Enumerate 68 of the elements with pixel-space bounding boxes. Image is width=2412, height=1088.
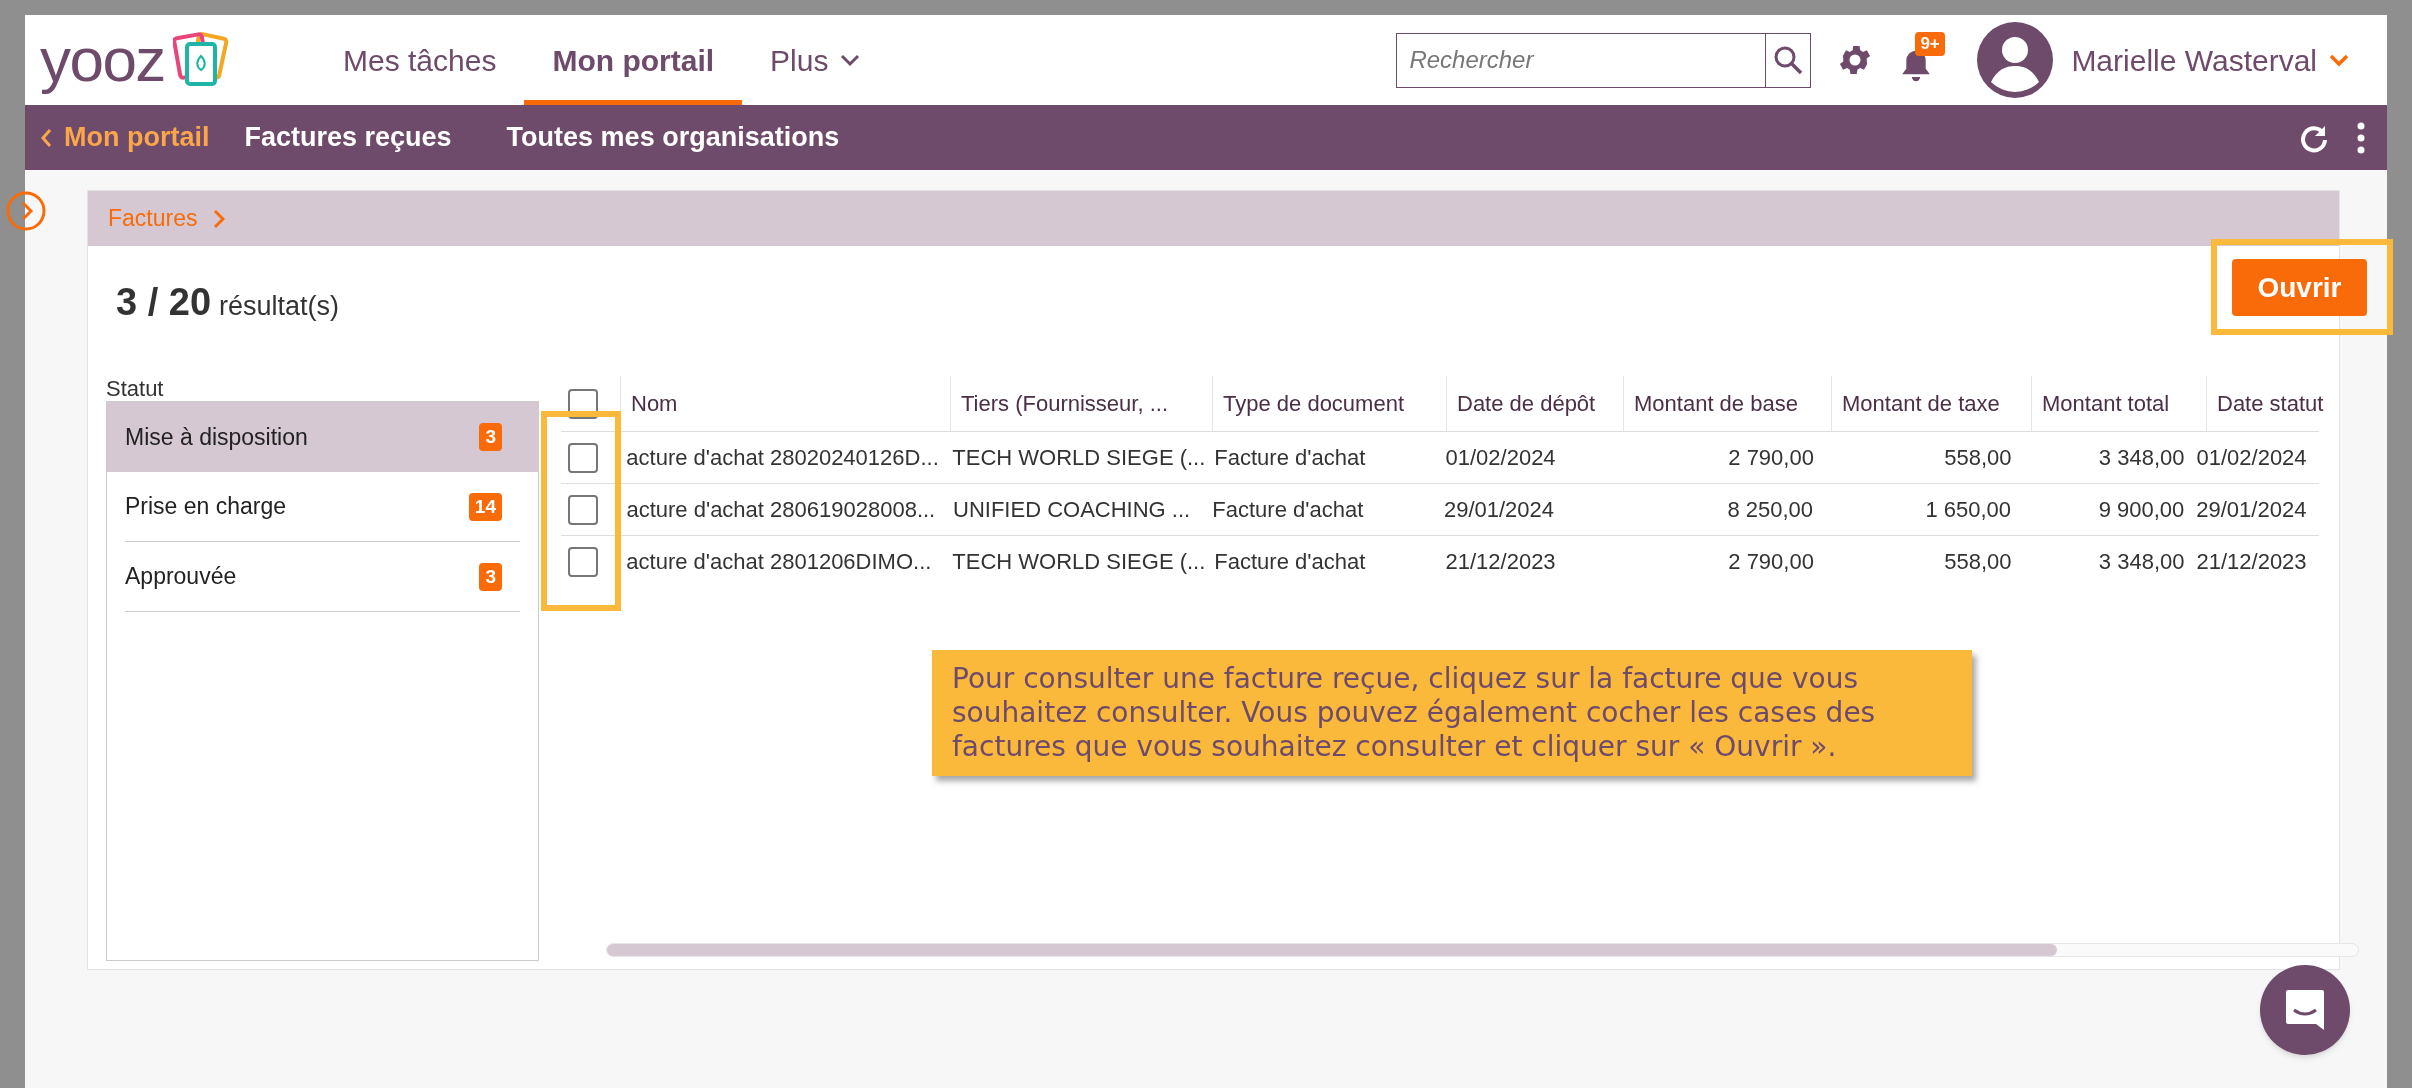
chat-icon xyxy=(2284,988,2326,1032)
column-header[interactable]: Type de document xyxy=(1213,376,1447,431)
table-cell-text: 3 348,00 xyxy=(2097,548,2186,576)
table-cell-text: 01/02/2024 xyxy=(1444,444,1557,472)
count-badge: 14 xyxy=(468,492,502,521)
status-filter-item[interactable]: Mise à disposition 3 xyxy=(107,402,538,472)
column-header[interactable]: Montant total xyxy=(2032,376,2207,431)
table-cell-text: Facture d'achat xyxy=(1213,444,1367,472)
table-cell-text: 558,00 xyxy=(1943,444,2013,472)
table-cell-text: 1 650,00 xyxy=(1924,496,2013,524)
avatar-icon[interactable] xyxy=(1977,22,2054,98)
status-filter-item[interactable]: Prise en charge 14 xyxy=(125,472,520,542)
nav-tab[interactable]: Plus xyxy=(742,15,889,105)
nav-tab[interactable]: Mes tâches xyxy=(315,15,525,105)
chevron-left-icon xyxy=(40,127,52,148)
status-label: Mise à disposition xyxy=(125,422,308,452)
result-count: 3 / 20 xyxy=(116,280,212,325)
sub-nav-link[interactable]: Factures reçues xyxy=(244,117,452,158)
table-cell-text: UNIFIED COACHING ... xyxy=(952,496,1192,524)
column-header[interactable]: Date statut xyxy=(2207,376,2337,431)
table-cell-text: TECH WORLD SIEGE (... xyxy=(951,444,1207,472)
table-cell-text: 3 348,00 xyxy=(2097,444,2186,472)
count-badge: 3 xyxy=(479,562,502,591)
column-header[interactable]: Montant de taxe xyxy=(1832,376,2032,431)
column-header[interactable]: Nom xyxy=(621,376,951,431)
table-cell-text: 29/01/2024 xyxy=(1442,496,1556,524)
column-header[interactable]: Montant de base xyxy=(1624,376,1832,431)
table-cell-text: 8 250,00 xyxy=(1726,496,1815,524)
status-label: Prise en charge xyxy=(125,492,287,522)
search-button[interactable] xyxy=(1766,32,1812,88)
expand-panel-icon[interactable] xyxy=(5,190,47,232)
result-label: résultat(s) xyxy=(219,290,340,323)
search-icon xyxy=(1773,45,1804,75)
chevron-down-icon xyxy=(2329,53,2349,67)
status-label: Approuvée xyxy=(125,562,237,592)
chevron-right-icon xyxy=(213,208,226,229)
table-cell-text: acture d'achat 280619028008... xyxy=(625,496,937,524)
horizontal-scrollbar[interactable] xyxy=(606,943,2359,957)
count-badge: 3 xyxy=(479,423,502,451)
table-cell-text: 21/12/2023 xyxy=(2195,548,2308,576)
search-field[interactable]: Rechercher xyxy=(1396,32,1767,88)
sub-nav-link[interactable]: Toutes mes organisations xyxy=(506,117,840,158)
filter-title: Statut xyxy=(106,376,165,401)
table-cell-text: 558,00 xyxy=(1943,548,2013,576)
checkbox[interactable] xyxy=(568,494,598,525)
table-cell-text: acture d'achat 28020240126D... xyxy=(625,444,940,472)
more-options-icon[interactable] xyxy=(2357,121,2365,154)
chevron-down-icon xyxy=(840,53,861,67)
table-cell-text: 9 900,00 xyxy=(2097,496,2186,524)
table-cell-text: 2 790,00 xyxy=(1727,548,1815,576)
back-link[interactable]: Mon portail xyxy=(40,117,210,158)
scrollbar-thumb[interactable] xyxy=(607,944,2057,956)
table-cell-text: 21/12/2023 xyxy=(1444,548,1557,576)
table-cell-text: acture d'achat 2801206DIMO... xyxy=(625,548,933,576)
table-cell-text: Facture d'achat xyxy=(1211,496,1365,524)
table-cell-text: 29/01/2024 xyxy=(2195,496,2308,524)
table-cell-text: 2 790,00 xyxy=(1727,444,1815,472)
checkbox[interactable] xyxy=(568,442,598,473)
column-header[interactable]: Date de dépôt xyxy=(1447,376,1624,431)
user-menu[interactable]: Marielle Wasterval xyxy=(2071,37,2349,83)
table-cell-text: Facture d'achat xyxy=(1213,548,1367,576)
table-cell-text: TECH WORLD SIEGE (... xyxy=(951,548,1207,576)
column-header[interactable]: Tiers (Fournisseur, ... xyxy=(951,376,1213,431)
checkbox[interactable] xyxy=(568,546,598,577)
notification-badge: 9+ xyxy=(1915,32,1945,56)
status-filter-item[interactable]: Approuvée 3 xyxy=(125,542,520,612)
callout-note: Pour consulter une facture reçue, cliquez sur la facture que vous souhaitez consulter. Vous pouvez également cocher les cases des factures que vous souhaitez consulter et cliquer sur « Ouvrir ». xyxy=(932,650,1972,776)
table-cell-text: 01/02/2024 xyxy=(2195,444,2308,472)
